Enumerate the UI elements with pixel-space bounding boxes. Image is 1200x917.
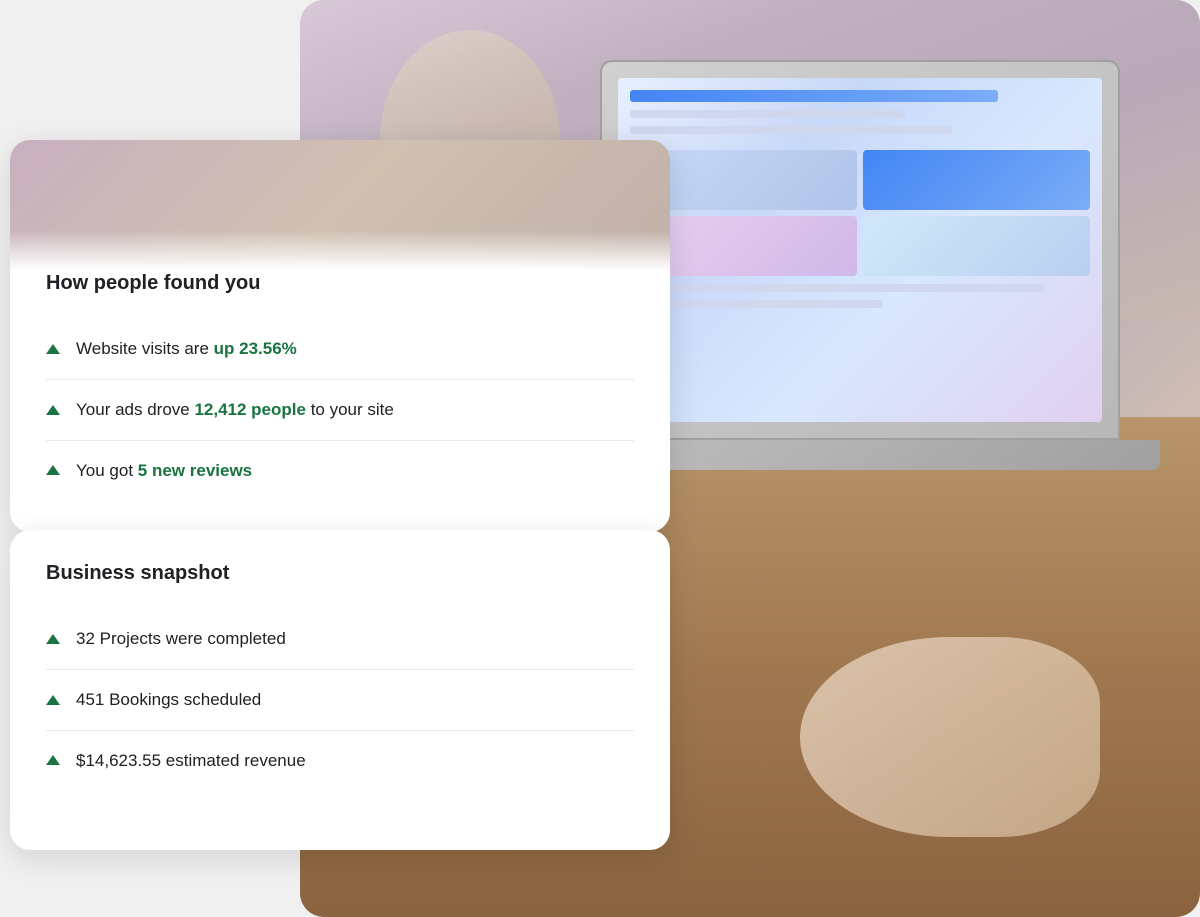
arrow-up-icon-3: [46, 465, 60, 475]
card-business-snapshot: Business snapshot 32 Projects were compl…: [10, 530, 670, 850]
laptop-screen: [618, 78, 1102, 422]
card-how-people-found-you: How people found you Website visits are …: [10, 140, 670, 532]
stat-new-reviews: You got 5 new reviews: [46, 441, 634, 501]
stat-reviews-text: You got 5 new reviews: [76, 459, 252, 483]
stat-ads-highlight: 12,412 people: [194, 400, 306, 419]
stat-bookings-text: 451 Bookings scheduled: [76, 688, 261, 712]
stat-bookings-scheduled: 451 Bookings scheduled: [46, 670, 634, 731]
card-top-photo: [10, 140, 670, 270]
stat-website-visits-highlight: up 23.56%: [214, 339, 297, 358]
stat-ads-drove: Your ads drove 12,412 people to your sit…: [46, 380, 634, 441]
person-hands: [800, 637, 1100, 837]
card-bottom-title: Business snapshot: [46, 562, 634, 585]
card-top-title: How people found you: [46, 272, 634, 295]
laptop-body: [600, 60, 1120, 440]
stat-revenue-text: $14,623.55 estimated revenue: [76, 749, 306, 773]
stat-estimated-revenue: $14,623.55 estimated revenue: [46, 731, 634, 791]
stat-reviews-highlight: 5 new reviews: [138, 461, 252, 480]
arrow-up-icon-2: [46, 405, 60, 415]
stat-website-visits: Website visits are up 23.56%: [46, 319, 634, 380]
arrow-up-icon-6: [46, 755, 60, 765]
arrow-up-icon: [46, 344, 60, 354]
stat-projects-completed: 32 Projects were completed: [46, 609, 634, 670]
stat-projects-text: 32 Projects were completed: [76, 627, 286, 651]
stat-ads-text: Your ads drove 12,412 people to your sit…: [76, 398, 394, 422]
page-wrapper: How people found you Website visits are …: [0, 0, 1200, 917]
arrow-up-icon-5: [46, 695, 60, 705]
arrow-up-icon-4: [46, 634, 60, 644]
stat-website-visits-text: Website visits are up 23.56%: [76, 337, 297, 361]
